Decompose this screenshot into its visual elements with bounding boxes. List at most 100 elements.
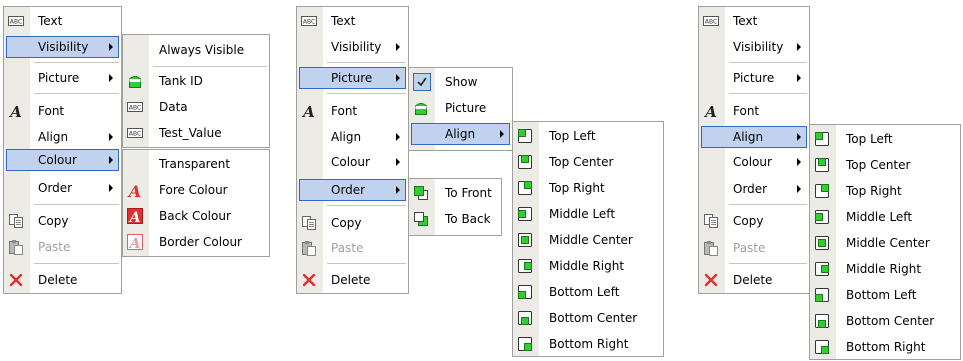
menu-item-copy[interactable]: Copy	[297, 211, 408, 235]
menu-item-top-left[interactable]: Top Left	[810, 127, 960, 151]
menu-separator	[327, 62, 406, 63]
menu-item-border-colour[interactable]: A Border Colour	[123, 230, 269, 254]
menu-item-text[interactable]: ABC Text	[297, 9, 408, 33]
menu-item-label: Colour	[733, 155, 772, 169]
menu-item-font[interactable]: A Font	[699, 99, 809, 123]
menu-item-colour[interactable]: Colour	[699, 150, 809, 174]
alignment-position-icon	[814, 313, 830, 329]
menu-item-align[interactable]: Align	[4, 125, 121, 149]
menu-item-to-front[interactable]: To Front	[409, 181, 501, 205]
menu-item-copy[interactable]: Copy	[699, 209, 809, 233]
context-menu-2: ABC Text Visibility Picture A Font Align…	[296, 6, 409, 294]
checkmark-icon	[413, 73, 431, 91]
menu-item-paste[interactable]: Paste	[297, 236, 408, 260]
bring-to-front-icon	[413, 185, 429, 201]
menu-item-colour[interactable]: Colour	[297, 150, 408, 174]
menu-item-bottom-right[interactable]: Bottom Right	[810, 335, 960, 359]
menu-item-align[interactable]: Align	[699, 125, 809, 149]
menu-item-middle-left[interactable]: Middle Left	[810, 205, 960, 229]
menu-item-middle-left[interactable]: Middle Left	[513, 202, 663, 226]
menu-item-paste[interactable]: Paste	[699, 236, 809, 260]
menu-item-bottom-left[interactable]: Bottom Left	[810, 283, 960, 307]
menu-item-picture[interactable]: Picture	[4, 66, 121, 90]
menu-item-label: To Front	[445, 186, 492, 200]
menu-item-text[interactable]: ABC Text	[4, 9, 121, 33]
menu-item-label: Tank ID	[159, 74, 203, 88]
menu-item-label: Font	[331, 104, 358, 118]
menu-item-top-right[interactable]: Top Right	[513, 176, 663, 200]
menu-item-fore-colour[interactable]: A Fore Colour	[123, 178, 269, 202]
menu-separator	[729, 204, 807, 205]
menu-separator	[34, 263, 119, 264]
menu-item-delete[interactable]: Delete	[4, 268, 121, 292]
menu-item-middle-center[interactable]: Middle Center	[513, 228, 663, 252]
menu-item-show[interactable]: Show	[409, 70, 512, 94]
menu-item-transparent[interactable]: Transparent	[123, 152, 269, 176]
menu-item-label: Paste	[38, 240, 71, 254]
menu-item-visibility[interactable]: Visibility	[4, 35, 121, 59]
menu-separator	[729, 93, 807, 94]
paste-icon	[8, 239, 24, 255]
menu-item-middle-right[interactable]: Middle Right	[513, 254, 663, 278]
border-colour-icon: A	[127, 234, 143, 250]
menu-item-top-center[interactable]: Top Center	[513, 150, 663, 174]
menu-item-label: Visibility	[733, 40, 784, 54]
menu-item-data[interactable]: ABC Data	[123, 95, 269, 119]
menu-item-label: Visibility	[38, 40, 89, 54]
svg-text:ABC: ABC	[705, 19, 717, 26]
menu-item-paste[interactable]: Paste	[4, 235, 121, 259]
paste-icon	[301, 240, 317, 256]
menu-item-visibility[interactable]: Visibility	[699, 35, 809, 59]
menu-item-align[interactable]: Align	[297, 125, 408, 149]
menu-item-bottom-right[interactable]: Bottom Right	[513, 332, 663, 356]
menu-separator	[729, 62, 807, 63]
menu-item-middle-center[interactable]: Middle Center	[810, 231, 960, 255]
menu-item-tank-id[interactable]: Tank ID	[123, 69, 269, 93]
menu-item-label: Align	[733, 130, 764, 144]
context-menu-1: ABC Text Visibility Picture A Font Align…	[3, 6, 122, 294]
menu-item-label: Bottom Right	[549, 337, 629, 351]
menu-item-back-colour[interactable]: A Back Colour	[123, 204, 269, 228]
menu-item-middle-right[interactable]: Middle Right	[810, 257, 960, 281]
menu-item-order[interactable]: Order	[4, 176, 121, 200]
submenu-arrow-icon	[797, 43, 801, 51]
menu-separator	[327, 205, 406, 206]
menu-item-picture[interactable]: Picture	[699, 66, 809, 90]
menu-item-label: Text	[331, 14, 356, 28]
menu-item-label: Picture	[445, 101, 487, 115]
menu-item-bottom-center[interactable]: Bottom Center	[810, 309, 960, 333]
menu-item-bottom-center[interactable]: Bottom Center	[513, 306, 663, 330]
menu-item-always-visible[interactable]: Always Visible	[123, 38, 269, 62]
menu-item-label: Bottom Center	[549, 311, 638, 325]
abc-icon: ABC	[127, 99, 143, 115]
svg-text:A: A	[703, 103, 717, 119]
menu-item-label: Middle Right	[846, 262, 922, 276]
menu-item-picture[interactable]: Picture	[297, 66, 408, 90]
abc-icon: ABC	[8, 13, 24, 29]
menu-item-label: Bottom Center	[846, 314, 935, 328]
menu-item-picture-align[interactable]: Align	[409, 122, 512, 146]
alignment-position-icon	[517, 310, 533, 326]
menu-item-label: Top Center	[846, 158, 911, 172]
menu-item-copy[interactable]: Copy	[4, 209, 121, 233]
menu-item-order[interactable]: Order	[699, 177, 809, 201]
menu-item-text[interactable]: ABC Text	[699, 9, 809, 33]
menu-item-test-value[interactable]: ABC Test_Value	[123, 121, 269, 145]
menu-item-visibility[interactable]: Visibility	[297, 35, 408, 59]
menu-item-colour[interactable]: Colour	[4, 148, 121, 172]
menu-item-font[interactable]: A Font	[4, 99, 121, 123]
menu-item-picture-style[interactable]: Picture	[409, 96, 512, 120]
menu-item-delete[interactable]: Delete	[297, 268, 408, 292]
submenu-arrow-icon	[396, 74, 400, 82]
menu-item-label: Align	[331, 130, 362, 144]
menu-item-top-right[interactable]: Top Right	[810, 179, 960, 203]
menu-item-font[interactable]: A Font	[297, 99, 408, 123]
menu-item-bottom-left[interactable]: Bottom Left	[513, 280, 663, 304]
menu-item-to-back[interactable]: To Back	[409, 207, 501, 231]
menu-item-order[interactable]: Order	[297, 178, 408, 202]
menu-item-top-left[interactable]: Top Left	[513, 124, 663, 148]
menu-item-label: Border Colour	[159, 235, 242, 249]
menu-item-top-center[interactable]: Top Center	[810, 153, 960, 177]
menu-item-label: Bottom Left	[549, 285, 620, 299]
menu-item-delete[interactable]: Delete	[699, 268, 809, 292]
